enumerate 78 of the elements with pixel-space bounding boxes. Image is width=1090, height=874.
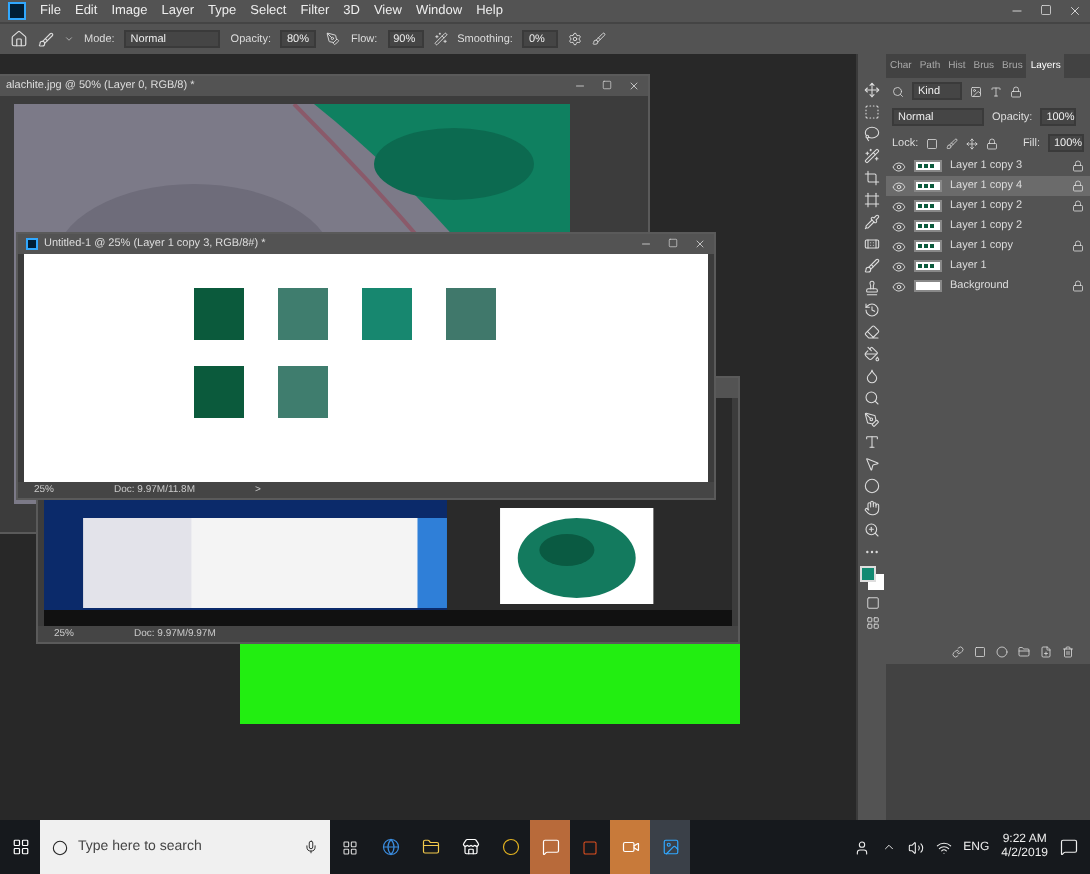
browser-icon[interactable] bbox=[381, 838, 399, 856]
eye-icon[interactable] bbox=[892, 219, 906, 233]
layer-thumbnail bbox=[914, 240, 942, 252]
layer-thumbnail bbox=[914, 260, 942, 272]
lock-icon[interactable] bbox=[1072, 160, 1084, 172]
brush-icon[interactable] bbox=[864, 258, 880, 274]
windows-icon[interactable] bbox=[11, 838, 29, 856]
ellipse-icon[interactable] bbox=[864, 478, 880, 494]
layer-thumbnail bbox=[914, 160, 942, 172]
eye-icon[interactable] bbox=[892, 239, 906, 253]
move-icon[interactable] bbox=[864, 82, 880, 98]
lock-filter-icon[interactable] bbox=[1010, 85, 1022, 97]
lock-icon[interactable] bbox=[1072, 200, 1084, 212]
notification-icon[interactable] bbox=[1060, 838, 1078, 856]
eraser-icon[interactable] bbox=[864, 324, 880, 340]
frame-icon[interactable] bbox=[864, 192, 880, 208]
caret-icon[interactable] bbox=[881, 840, 896, 854]
brush-icon[interactable] bbox=[38, 31, 54, 47]
pen-icon[interactable] bbox=[864, 412, 880, 428]
eye-icon[interactable] bbox=[892, 199, 906, 213]
zoom-icon[interactable] bbox=[864, 522, 880, 538]
lock-icon[interactable] bbox=[1072, 180, 1084, 192]
wand-icon[interactable] bbox=[864, 148, 880, 164]
lock-icon[interactable] bbox=[1072, 280, 1084, 292]
maximize-icon[interactable] bbox=[668, 238, 678, 248]
cortana-icon[interactable] bbox=[52, 839, 68, 855]
eye-icon[interactable] bbox=[892, 159, 906, 173]
maximize-icon[interactable] bbox=[602, 80, 612, 90]
eye-icon[interactable] bbox=[892, 279, 906, 293]
link-icon[interactable] bbox=[952, 646, 964, 658]
type-icon[interactable] bbox=[864, 434, 880, 450]
task-view-icon[interactable] bbox=[342, 839, 358, 855]
bucket-icon[interactable] bbox=[864, 346, 880, 362]
minimize-icon[interactable] bbox=[1010, 4, 1024, 18]
layer-thumbnail bbox=[914, 200, 942, 212]
chat-icon[interactable] bbox=[541, 838, 559, 856]
eye-icon[interactable] bbox=[892, 259, 906, 273]
lock-brush-icon[interactable] bbox=[946, 137, 959, 149]
layer-thumbnail bbox=[914, 280, 942, 292]
maximize-icon[interactable] bbox=[1040, 4, 1052, 16]
stamp-icon[interactable] bbox=[864, 280, 880, 296]
eye-icon[interactable] bbox=[892, 179, 906, 193]
drop-icon[interactable] bbox=[864, 368, 880, 384]
mic-icon[interactable] bbox=[304, 840, 318, 854]
screen-mode-icon[interactable] bbox=[865, 616, 879, 630]
folder-icon[interactable] bbox=[421, 838, 439, 856]
trash-icon[interactable] bbox=[1062, 646, 1074, 658]
lock-icon[interactable] bbox=[1072, 240, 1084, 252]
new-layer-icon[interactable] bbox=[1040, 646, 1052, 658]
app-logo bbox=[8, 2, 26, 20]
image-filter-icon[interactable] bbox=[970, 85, 982, 97]
close-icon[interactable] bbox=[694, 238, 706, 250]
close-icon[interactable] bbox=[628, 80, 640, 92]
search-icon[interactable] bbox=[892, 85, 904, 97]
mask-icon[interactable] bbox=[974, 646, 986, 658]
network-icon[interactable] bbox=[935, 839, 952, 855]
volume-icon[interactable] bbox=[907, 839, 924, 855]
lasso-icon[interactable] bbox=[864, 126, 880, 142]
lock-pixels-icon[interactable] bbox=[926, 137, 939, 149]
pointer-icon[interactable] bbox=[864, 456, 880, 472]
hand-icon[interactable] bbox=[864, 500, 880, 516]
store-icon[interactable] bbox=[461, 838, 479, 856]
layer-thumbnail bbox=[914, 180, 942, 192]
home-icon[interactable] bbox=[10, 30, 28, 48]
settings-icon[interactable] bbox=[568, 32, 583, 46]
layer-thumbnail bbox=[914, 220, 942, 232]
color-picker-icon[interactable] bbox=[860, 566, 884, 590]
lock-position-icon[interactable] bbox=[966, 137, 979, 149]
history-brush-icon[interactable] bbox=[864, 302, 880, 318]
eyedropper-icon[interactable] bbox=[864, 214, 880, 230]
people-icon[interactable] bbox=[853, 839, 870, 855]
type-filter-icon[interactable] bbox=[990, 85, 1002, 97]
bandage-icon[interactable] bbox=[864, 236, 880, 252]
quick-mask-icon[interactable] bbox=[865, 596, 879, 610]
close-icon[interactable] bbox=[1068, 4, 1082, 18]
crop-icon[interactable] bbox=[864, 170, 880, 186]
video-icon[interactable] bbox=[621, 838, 639, 856]
lock-all-icon[interactable] bbox=[986, 137, 999, 149]
